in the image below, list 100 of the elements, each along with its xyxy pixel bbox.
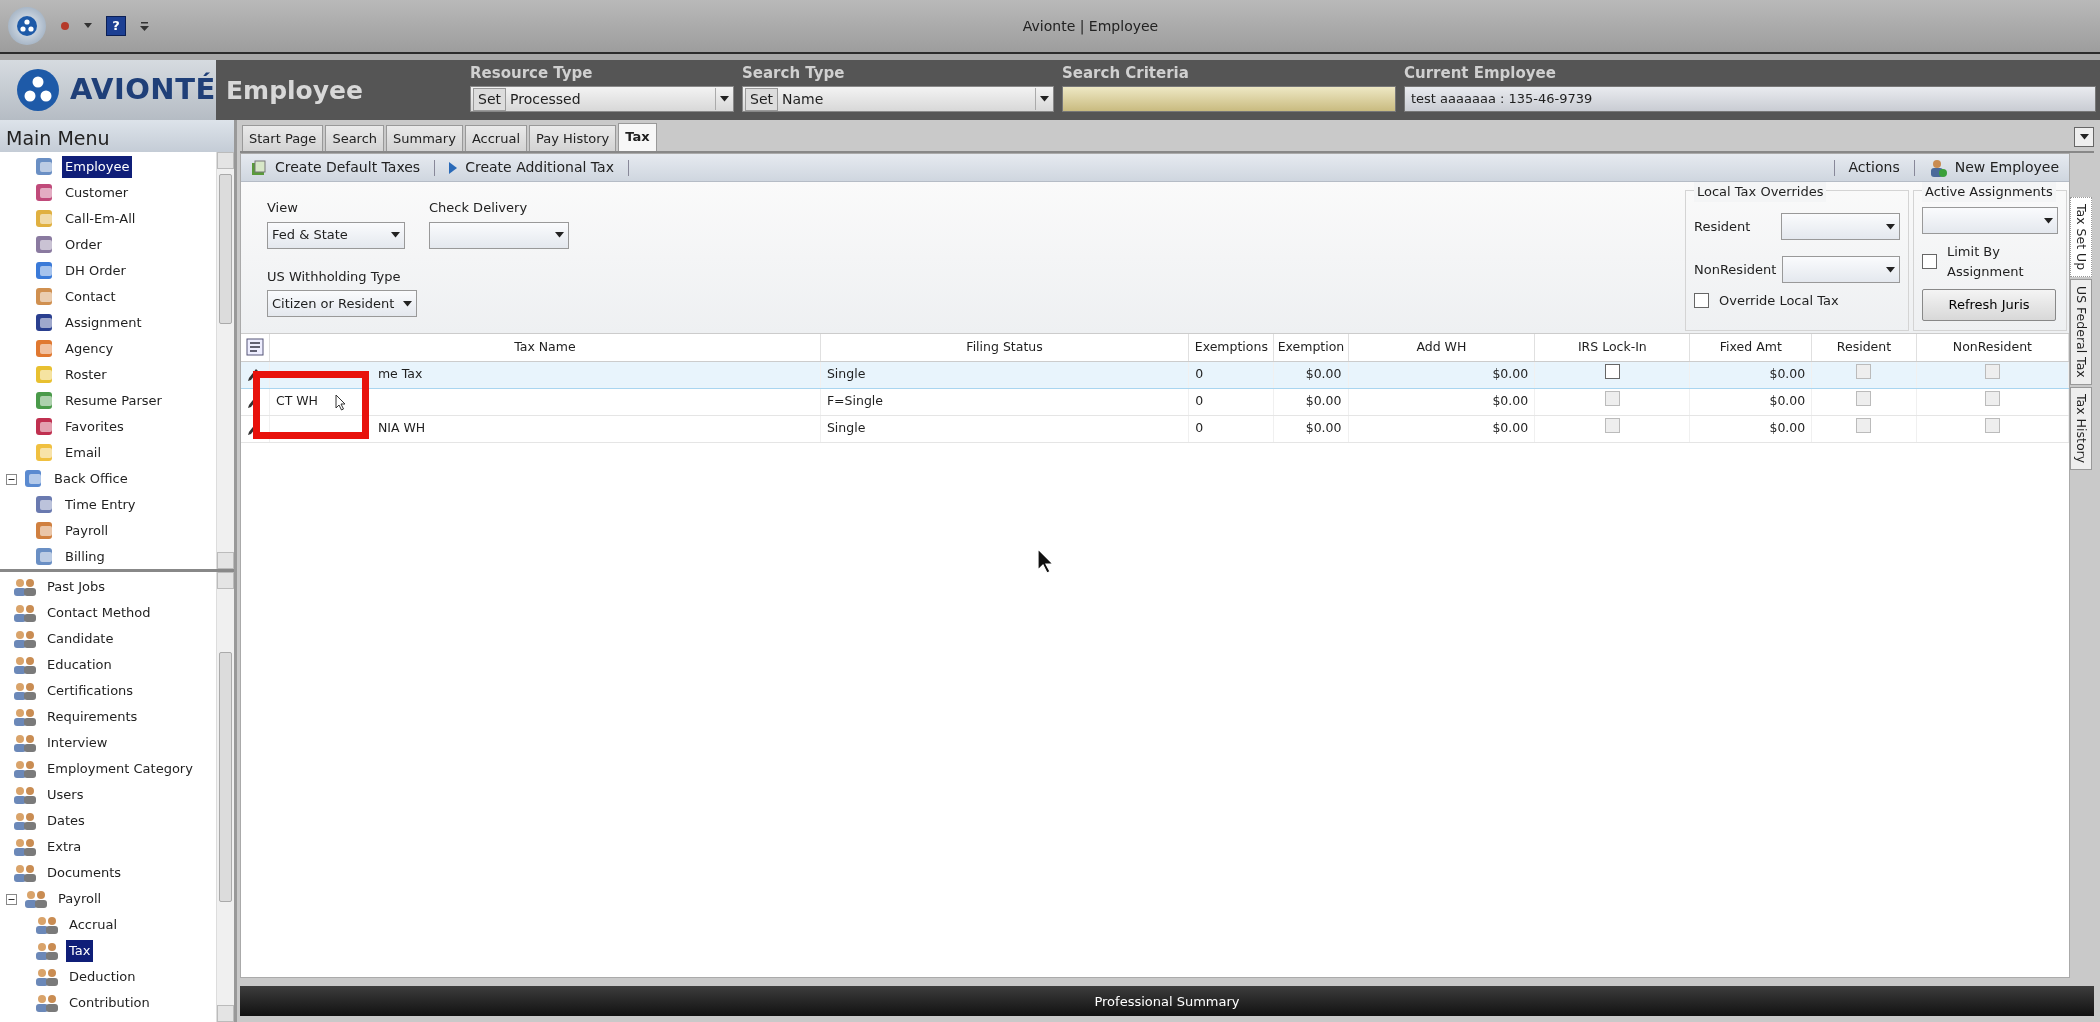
tree-item[interactable]: Certifications — [44, 680, 137, 702]
tree-item[interactable]: Extra — [44, 836, 85, 858]
tree-item[interactable]: Users — [44, 784, 87, 806]
toolbar-button[interactable]: Create Additional Tax — [445, 157, 618, 178]
record-icon[interactable] — [60, 21, 70, 31]
table-cell: 0 — [1188, 415, 1274, 442]
dropdown-arrow-icon[interactable] — [1040, 96, 1049, 102]
tree-item[interactable]: Email — [62, 442, 105, 464]
search-field[interactable] — [1062, 86, 1396, 112]
tree-item[interactable]: Contribution — [66, 992, 153, 1014]
tree-item[interactable]: Employee — [62, 156, 133, 178]
dropdown-arrow-icon[interactable] — [403, 300, 412, 307]
tree-item[interactable]: Payroll — [55, 888, 105, 910]
tab[interactable]: Accrual — [464, 124, 527, 151]
column-header[interactable]: Exemption — [1273, 334, 1348, 361]
tab[interactable]: Pay History — [529, 124, 617, 151]
expander-toggle[interactable] — [6, 473, 17, 485]
caret-icon[interactable] — [84, 23, 92, 29]
people-icon — [12, 786, 38, 804]
tree-item[interactable]: Deduction — [66, 966, 139, 988]
tab[interactable]: Summary — [386, 124, 463, 151]
tree-item[interactable]: Interview — [44, 732, 111, 754]
dropdown-field[interactable]: Set Processed — [470, 86, 734, 112]
column-header[interactable]: Fixed Amt — [1689, 334, 1812, 361]
dropdown-arrow-icon[interactable] — [2044, 217, 2053, 224]
tree-item[interactable]: Roster — [62, 364, 110, 386]
help-button[interactable]: ? — [106, 16, 126, 36]
dropdown-arrow-icon[interactable] — [1886, 223, 1895, 230]
window-title: Avionte | Employee — [1022, 17, 1159, 34]
column-chooser-icon[interactable] — [245, 338, 264, 357]
tree-item[interactable]: Contact Method — [44, 602, 154, 624]
column-header[interactable]: NonResident — [1916, 334, 2069, 361]
column-header[interactable]: IRS Lock-In — [1534, 334, 1690, 361]
dropdown-arrow-icon[interactable] — [391, 232, 400, 238]
caret-icon — [2079, 134, 2089, 140]
app-menu-button[interactable] — [8, 7, 46, 45]
dropdown-arrow-icon[interactable] — [555, 232, 564, 238]
tab[interactable]: Start Page — [242, 124, 324, 151]
tree-item[interactable]: Payroll — [62, 520, 112, 542]
tree-item[interactable]: Contact — [62, 286, 119, 308]
table-cell: $0.00 — [1348, 361, 1535, 388]
toolbar-button[interactable]: Create Default Taxes — [247, 157, 425, 178]
tree-item[interactable]: Education — [44, 654, 115, 676]
tree-item[interactable]: Back Office — [51, 468, 131, 490]
set-button[interactable]: Set — [473, 87, 506, 111]
column-header[interactable]: Exemptions — [1188, 334, 1274, 361]
tree-item[interactable]: Favorites — [62, 416, 127, 438]
column-header[interactable]: Filing Status — [820, 334, 1189, 361]
field-label: Search Type — [742, 63, 846, 84]
dropdown-arrow-icon[interactable] — [720, 96, 729, 102]
group-title: Active Assignments — [1922, 182, 2056, 202]
dropdown-field[interactable]: Set Name — [742, 86, 1054, 112]
tree-item[interactable]: Billing — [62, 546, 108, 568]
tab[interactable]: Search — [325, 124, 385, 151]
people-icon — [12, 734, 38, 752]
field-label: Resident — [1694, 217, 1752, 236]
tree-item[interactable]: Candidate — [44, 628, 117, 650]
tree-item[interactable]: Employment Category — [44, 758, 196, 780]
tree-item[interactable]: Time Entry — [62, 494, 139, 516]
dropdown-field[interactable] — [1781, 213, 1900, 240]
tree-item[interactable]: Order — [62, 234, 105, 256]
tree-item[interactable]: Tax — [66, 940, 94, 962]
column-header[interactable]: Resident — [1811, 334, 1917, 361]
logo-icon — [16, 68, 60, 112]
tree-item[interactable]: DH Order — [62, 260, 129, 282]
set-button[interactable]: Set — [745, 87, 778, 111]
toolbar-button[interactable]: New Employee — [1924, 157, 2063, 178]
customize-icon[interactable] — [140, 21, 149, 31]
column-header[interactable]: Add WH — [1348, 334, 1535, 361]
sidebar-title: Main Menu — [6, 127, 110, 149]
checkbox[interactable] — [1694, 293, 1709, 309]
dropdown-field[interactable]: Citizen or Resident — [267, 290, 417, 317]
dropdown-field[interactable] — [1782, 256, 1900, 283]
side-tab[interactable]: Tax History — [2070, 386, 2092, 470]
pencil-icon[interactable] — [247, 367, 259, 382]
dropdown-field[interactable] — [1922, 207, 2058, 234]
side-tab[interactable]: US Federal Tax — [2070, 279, 2092, 385]
document-icon — [251, 159, 267, 176]
tree-item[interactable]: Resume Parser — [62, 390, 165, 412]
dropdown-field[interactable] — [429, 221, 569, 249]
tree-item[interactable]: Documents — [44, 862, 125, 884]
tree-item[interactable]: Customer — [62, 182, 132, 204]
toolbar-button[interactable]: Actions — [1844, 157, 1904, 178]
side-tab[interactable]: Tax Set Up — [2070, 197, 2092, 278]
dropdown-arrow-icon[interactable] — [1886, 266, 1895, 273]
tree-item[interactable]: Agency — [62, 338, 117, 360]
tree-item[interactable]: Assignment — [62, 312, 145, 334]
tree-item[interactable]: Call-Em-All — [62, 208, 139, 230]
expander-toggle[interactable] — [6, 893, 17, 905]
tree-item[interactable]: Accrual — [66, 914, 121, 936]
refresh-button[interactable]: Refresh Juris — [1922, 289, 2056, 321]
checkbox[interactable] — [1922, 254, 1937, 269]
tab-menu-button[interactable] — [2074, 127, 2094, 147]
tree-item[interactable]: Requirements — [44, 706, 141, 728]
checkbox[interactable] — [1604, 364, 1620, 380]
tab[interactable]: Tax — [618, 122, 657, 151]
dropdown-field[interactable]: Fed & State — [267, 221, 405, 249]
column-header[interactable]: Tax Name — [269, 334, 821, 361]
tree-item[interactable]: Dates — [44, 810, 88, 832]
tree-item[interactable]: Past Jobs — [44, 576, 109, 598]
